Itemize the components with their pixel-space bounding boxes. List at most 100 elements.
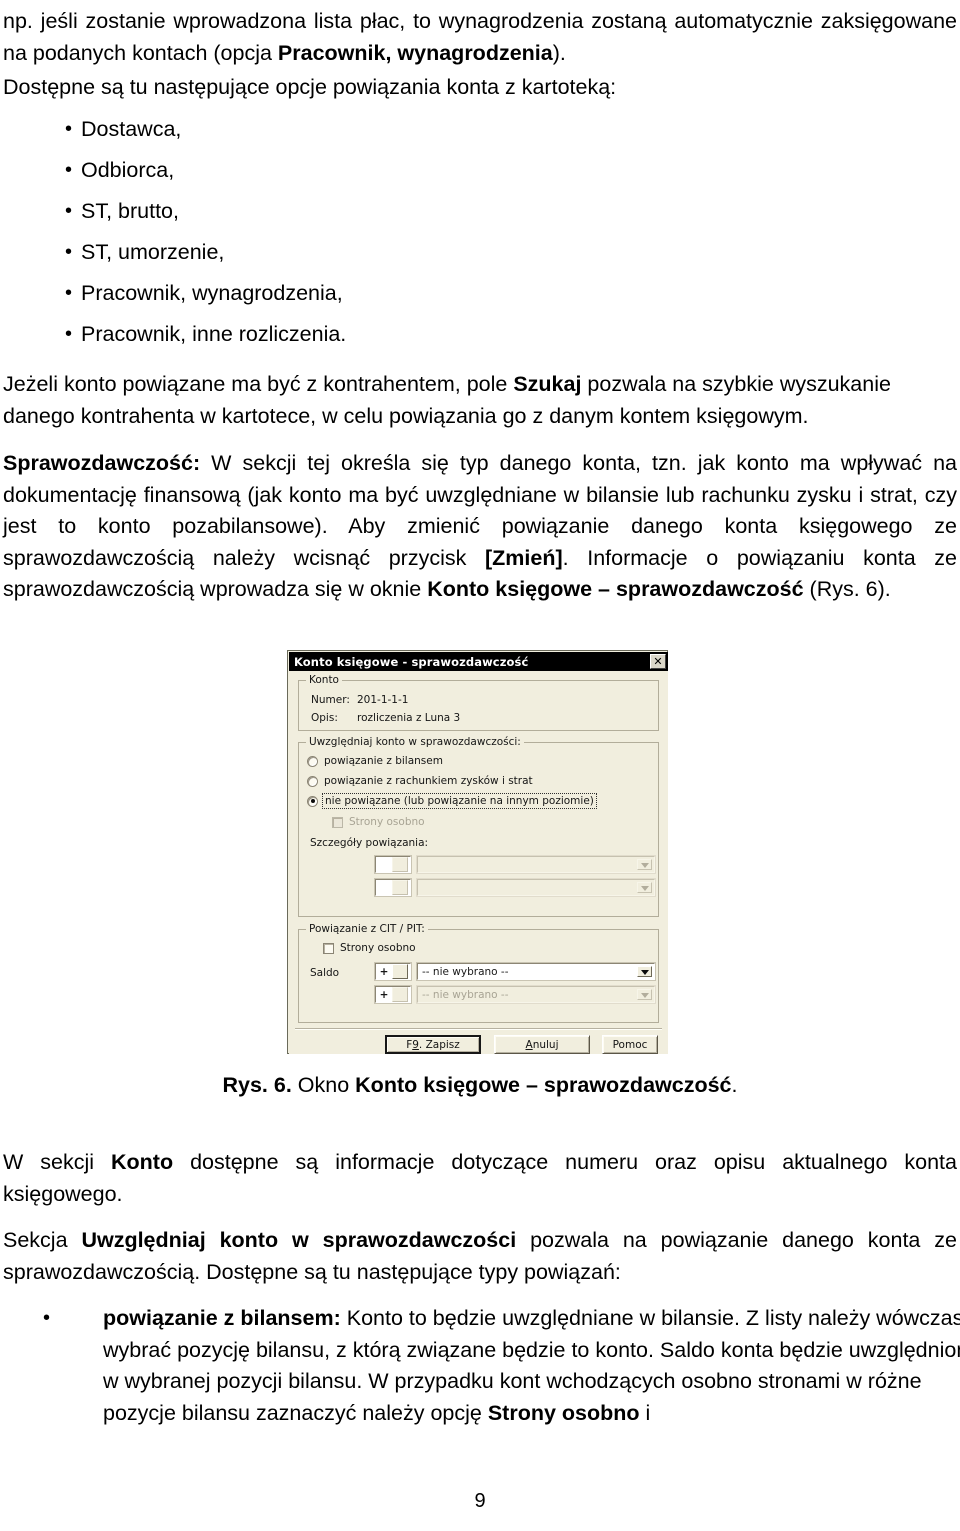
list-item-label: Odbiorca, [81, 158, 175, 182]
paragraph-reporting: Sprawozdawczość: W sekcji tej określa si… [3, 448, 957, 606]
saldo-label: Saldo [310, 967, 340, 979]
dialog-titlebar: Konto księgowe - sprawozdawczość ✕ [289, 652, 668, 671]
caption-suffix: . [731, 1073, 738, 1097]
bullet-dot-icon: • [43, 1307, 51, 1329]
radio-label: powiązanie z rachunkiem zysków i strat [324, 775, 533, 787]
list-item: • ST, umorzenie, [3, 237, 960, 269]
reporting-bold-window: Konto księgowe – sprawozdawczość [427, 577, 804, 601]
document-page: np. jeśli zostanie wprowadzona lista pła… [0, 0, 960, 1531]
checkbox-strony-osobno-uwzgledniaj[interactable]: Strony osobno [332, 816, 425, 828]
saldo-value-text-2: -- nie wybrano -- [422, 988, 509, 1001]
konto-section-bold: Konto [111, 1150, 174, 1174]
paragraph-intro: np. jeśli zostanie wprowadzona lista pła… [3, 6, 957, 69]
chevron-down-icon[interactable] [392, 987, 408, 1002]
dialog-title: Konto księgowe - sprawozdawczość [294, 654, 529, 669]
checkbox-strony-osobno-cit-pit[interactable]: Strony osobno [323, 942, 416, 954]
bullet-dot-icon: • [65, 159, 73, 181]
radio-mark-icon [307, 775, 318, 787]
checkbox-mark-icon [332, 816, 343, 828]
uwzgledniaj-text-a: Sekcja [3, 1228, 82, 1252]
chevron-down-icon[interactable] [392, 964, 408, 979]
caption-window-title: Konto księgowe – sprawozdawczość [355, 1073, 732, 1097]
group-cit-pit-legend: Powiązanie z CIT / PIT: [306, 923, 428, 935]
chevron-down-icon[interactable] [637, 882, 652, 893]
last-bullet-text-b: i [639, 1400, 651, 1425]
list-item: • Pracownik, wynagrodzenia, [3, 278, 960, 310]
detail-value-combo-1[interactable] [416, 855, 656, 874]
radio-nie-powiazane[interactable]: nie powiązane (lub powiązanie na innym p… [307, 793, 597, 809]
close-icon[interactable]: ✕ [650, 654, 666, 669]
radio-label: nie powiązane (lub powiązanie na innym p… [322, 793, 597, 809]
saldo-sign-value-1: + [379, 965, 389, 978]
reporting-bold-zmien: [Zmień] [485, 545, 563, 570]
caption-mid: Okno [291, 1073, 356, 1097]
chevron-down-icon[interactable] [392, 857, 408, 872]
list-item: • ST, brutto, [3, 196, 960, 228]
numer-value: 201-1-1-1 [357, 694, 409, 706]
intro-text-b: ). [552, 40, 566, 65]
paragraph-uwzgledniaj-section: Sekcja Uwzględniaj konto w sprawozdawczo… [3, 1225, 957, 1288]
numer-label: Numer: [311, 694, 350, 706]
chevron-down-icon[interactable] [637, 966, 652, 977]
group-konto: Konto Numer: 201-1-1-1 Opis: rozliczenia… [298, 674, 659, 731]
detail-sign-combo-1[interactable] [374, 855, 412, 874]
uwzgledniaj-bold: Uwzględniaj konto w sprawozdawczości [81, 1228, 517, 1252]
bullet-dot-icon: • [65, 323, 73, 345]
list-item: • Pracownik, inne rozliczenia. [3, 319, 960, 351]
opis-value: rozliczenia z Luna 3 [357, 712, 461, 724]
group-uwzgledniaj-konto: Uwzględniaj konto w sprawozdawczości: po… [298, 736, 659, 917]
bullet-dot-icon: • [65, 118, 73, 140]
dialog-body: Konto Numer: 201-1-1-1 Opis: rozliczenia… [289, 671, 668, 1054]
search-info-text-a: Jeżeli konto powiązane ma być z kontrahe… [3, 372, 514, 396]
list-item-label: Dostawca, [81, 117, 182, 141]
paragraph-search-info: Jeżeli konto powiązane ma być z kontrahe… [3, 369, 957, 432]
figure-caption: Rys. 6. Okno Konto księgowe – sprawozdaw… [0, 1070, 960, 1100]
list-item-label: Pracownik, wynagrodzenia, [81, 281, 343, 305]
reporting-bold-lead: Sprawozdawczość: [3, 451, 201, 475]
saldo-value-combo-2[interactable]: -- nie wybrano -- [416, 985, 656, 1004]
szczegoly-powiazania-label: Szczegóły powiązania: [310, 837, 429, 849]
bullet-dot-icon: • [65, 200, 73, 222]
chevron-down-icon[interactable] [637, 989, 652, 1000]
radio-label: powiązanie z bilansem [324, 755, 443, 767]
saldo-sign-combo-2[interactable]: + [374, 985, 412, 1004]
radio-mark-icon [307, 755, 318, 767]
intro-bold-option: Pracownik, wynagrodzenia [277, 40, 553, 65]
help-button-label: Pomoc [612, 1038, 648, 1051]
group-powiazanie-cit-pit: Powiązanie z CIT / PIT: Strony osobno Sa… [298, 923, 659, 1023]
saldo-value-text-1: -- nie wybrano -- [422, 965, 509, 978]
saldo-sign-combo-1[interactable]: + [374, 962, 412, 981]
list-item-label: ST, umorzenie, [81, 240, 225, 264]
radio-mark-icon [307, 795, 318, 807]
caption-figure-number: Rys. 6. [222, 1073, 292, 1097]
last-bullet-bold-lead: powiązanie z bilansem: [103, 1306, 341, 1330]
list-item-label: Pracownik, inne rozliczenia. [81, 322, 347, 346]
list-item: • powiązanie z bilansem: Konto to będzie… [3, 1303, 960, 1429]
search-info-bold: Szukaj [513, 372, 582, 396]
dialog-konto-ksiegowe-sprawozdawczosc: Konto księgowe - sprawozdawczość ✕ Konto… [287, 650, 668, 1054]
saldo-sign-value-2: + [379, 988, 389, 1001]
checkbox-label: Strony osobno [349, 816, 425, 828]
radio-powiazanie-z-bilansem[interactable]: powiązanie z bilansem [307, 755, 443, 767]
cancel-button[interactable]: Anuluj [494, 1035, 590, 1054]
page-number: 9 [474, 1490, 486, 1512]
list-item: • Odbiorca, [3, 155, 960, 187]
detail-value-combo-2[interactable] [416, 878, 656, 897]
list-item: • Dostawca, [3, 114, 960, 146]
save-button[interactable]: F9. Zapisz [385, 1035, 481, 1054]
reporting-text-c: (Rys. 6). [803, 577, 891, 601]
last-bullet-bold-tail: Strony osobno [487, 1400, 640, 1425]
cancel-button-label: Anuluj [525, 1038, 559, 1051]
chevron-down-icon[interactable] [392, 880, 408, 895]
checkbox-mark-icon [323, 942, 334, 954]
help-button[interactable]: Pomoc [602, 1035, 658, 1054]
checkbox-label: Strony osobno [340, 942, 416, 954]
saldo-value-combo-1[interactable]: -- nie wybrano -- [416, 962, 656, 981]
list-item-label: powiązanie z bilansem: Konto to będzie u… [59, 1303, 960, 1429]
group-konto-legend: Konto [306, 674, 342, 686]
detail-sign-combo-2[interactable] [374, 878, 412, 897]
bullet-dot-icon: • [65, 241, 73, 263]
chevron-down-icon[interactable] [637, 859, 652, 870]
radio-powiazanie-z-rachunkiem-zyskow-i-strat[interactable]: powiązanie z rachunkiem zysków i strat [307, 775, 533, 787]
paragraph-konto-section: W sekcji Konto dostępne są informacje do… [3, 1147, 957, 1210]
